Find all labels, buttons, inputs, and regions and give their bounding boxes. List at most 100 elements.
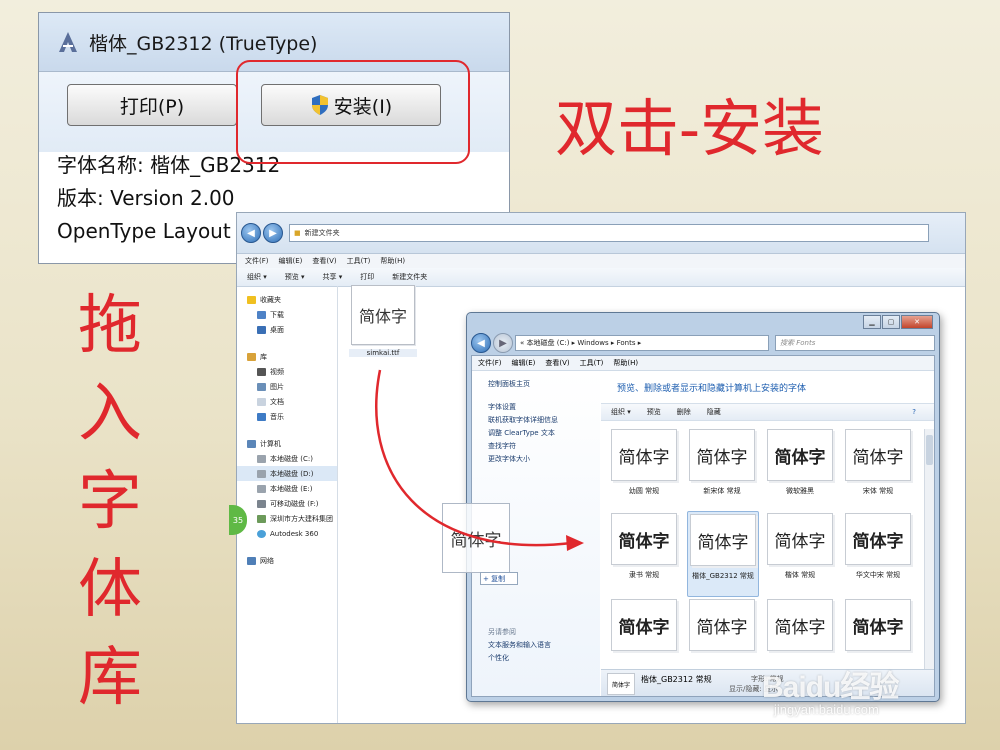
font-tile[interactable]: 简体字 隶书 常规 xyxy=(609,513,679,593)
font-tile-name: 楷体 常规 xyxy=(784,571,816,579)
menu-file[interactable]: 文件(F) xyxy=(245,256,269,266)
menu-tools[interactable]: 工具(T) xyxy=(347,256,371,266)
menu-tools[interactable]: 工具(T) xyxy=(580,358,604,368)
window-controls: ▁ ▢ ✕ xyxy=(863,315,933,329)
fonts-address-field[interactable]: « 本地磁盘 (C:) ▸ Windows ▸ Fonts ▸ xyxy=(515,335,769,351)
nav-drive-c-label: 本地磁盘 (C:) xyxy=(270,454,313,463)
preview-button[interactable]: 预览 xyxy=(647,407,661,417)
link-personalization[interactable]: 个性化 xyxy=(472,651,600,664)
link-text-services[interactable]: 文本服务和输入语言 xyxy=(472,638,600,651)
menu-edit[interactable]: 编辑(E) xyxy=(512,358,536,368)
print-command[interactable]: 打印 xyxy=(360,272,374,282)
link-adjust-cleartype[interactable]: 调整 ClearType 文本 xyxy=(472,426,600,439)
font-tile[interactable]: 简体字 宋体 常规 xyxy=(843,429,913,509)
fonts-address-text: « 本地磁盘 (C:) ▸ Windows ▸ Fonts ▸ xyxy=(520,339,642,347)
nav-desktop[interactable]: 桌面 xyxy=(237,322,337,337)
organize-button[interactable]: 组织 ▾ xyxy=(247,272,267,282)
print-button[interactable]: 打印(P) xyxy=(67,84,237,126)
download-icon xyxy=(257,310,266,319)
font-preview: 简体字 xyxy=(611,513,677,565)
explorer-address-field[interactable]: ■ 新建文件夹 xyxy=(289,224,929,242)
nav-drive-d[interactable]: 本地磁盘 (D:) xyxy=(237,466,337,481)
link-get-font-info-online[interactable]: 联机获取字体详细信息 xyxy=(472,413,600,426)
explorer-command-bar: 组织 ▾ 预览 ▾ 共享 ▾ 打印 新建文件夹 xyxy=(237,268,965,287)
nav-music[interactable]: 音乐 xyxy=(237,409,337,424)
close-icon[interactable]: ✕ xyxy=(901,315,933,329)
fonts-scrollbar[interactable] xyxy=(924,429,934,670)
font-tile-name: 新宋体 常规 xyxy=(703,487,741,495)
nav-drive-f[interactable]: 可移动磁盘 (F:) xyxy=(237,496,337,511)
fonts-search-input[interactable]: 搜索 Fonts xyxy=(775,335,935,351)
nav-autodesk[interactable]: Autodesk 360 xyxy=(237,526,337,541)
library-icon xyxy=(247,352,256,361)
simkai-file-name: simkai.ttf xyxy=(349,349,417,357)
link-font-settings[interactable]: 字体设置 xyxy=(472,400,600,413)
font-preview: 简体字 xyxy=(845,429,911,481)
font-preview: 简体字 xyxy=(690,514,756,566)
nav-documents[interactable]: 文档 xyxy=(237,394,337,409)
menu-view[interactable]: 查看(V) xyxy=(312,256,336,266)
font-tile[interactable]: 简体字 华文中宋 常规 xyxy=(843,513,913,593)
delete-button[interactable]: 删除 xyxy=(677,407,691,417)
fonts-content-pane: 预览、删除或者显示和隐藏计算机上安装的字体 组织 ▾ 预览 删除 隐藏 ? 简体… xyxy=(601,371,934,696)
menu-help[interactable]: 帮助(H) xyxy=(613,358,638,368)
nav-drive-f-label: 可移动磁盘 (F:) xyxy=(270,499,319,508)
nav-computer[interactable]: 计算机 xyxy=(237,436,337,451)
font-tile[interactable]: 简体字 幼圆 常规 xyxy=(609,429,679,509)
install-highlight-box xyxy=(236,60,470,164)
preview-button[interactable]: 预览 ▾ xyxy=(285,272,305,282)
help-icon[interactable]: ? xyxy=(912,408,916,416)
nav-computer-label: 计算机 xyxy=(260,439,281,448)
menu-view[interactable]: 查看(V) xyxy=(545,358,569,368)
maximize-icon[interactable]: ▢ xyxy=(882,315,900,329)
scrollbar-thumb[interactable] xyxy=(926,435,933,465)
fonts-heading: 预览、删除或者显示和隐藏计算机上安装的字体 xyxy=(617,384,807,394)
link-find-character[interactable]: 查找字符 xyxy=(472,439,600,452)
new-folder-button[interactable]: 新建文件夹 xyxy=(392,272,427,282)
removable-drive-icon xyxy=(257,499,266,508)
share-button[interactable]: 共享 ▾ xyxy=(323,272,343,282)
double-click-install-caption: 双击-安装 xyxy=(555,92,824,165)
nav-network-drive[interactable]: 深圳市方大建科集团 xyxy=(237,511,337,526)
menu-edit[interactable]: 编辑(E) xyxy=(279,256,303,266)
network-drive-icon xyxy=(257,514,266,523)
back-icon[interactable]: ◀ xyxy=(241,223,261,243)
minimize-icon[interactable]: ▁ xyxy=(863,315,881,329)
menu-file[interactable]: 文件(F) xyxy=(478,358,502,368)
link-control-panel-home[interactable]: 控制面板主页 xyxy=(472,377,600,390)
nav-network-label: 网络 xyxy=(260,556,274,565)
hide-button[interactable]: 隐藏 xyxy=(707,407,721,417)
font-preview: 简体字 xyxy=(845,513,911,565)
font-tile[interactable]: 简体字 楷体 常规 xyxy=(765,513,835,593)
nav-autodesk-label: Autodesk 360 xyxy=(270,529,319,538)
nav-pictures-label: 图片 xyxy=(270,382,284,391)
simkai-file[interactable]: 简体字 simkai.ttf xyxy=(349,285,417,365)
forward-icon[interactable]: ▶ xyxy=(263,223,283,243)
nav-libraries[interactable]: 库 xyxy=(237,349,337,364)
folder-icon: ■ xyxy=(294,229,301,237)
font-tile[interactable]: 简体字 xyxy=(609,599,679,679)
back-icon[interactable]: ◀ xyxy=(471,333,491,353)
organize-button[interactable]: 组织 ▾ xyxy=(611,407,631,417)
nav-downloads[interactable]: 下载 xyxy=(237,307,337,322)
nav-network[interactable]: 网络 xyxy=(237,553,337,568)
font-tile[interactable]: 简体字 微软雅黑 xyxy=(765,429,835,509)
nav-favorites[interactable]: 收藏夹 xyxy=(237,292,337,307)
font-app-icon xyxy=(59,32,77,52)
forward-icon[interactable]: ▶ xyxy=(493,333,513,353)
font-preview: 简体字 xyxy=(689,599,755,651)
nav-drive-e-label: 本地磁盘 (E:) xyxy=(270,484,313,493)
nav-drive-e[interactable]: 本地磁盘 (E:) xyxy=(237,481,337,496)
font-tile-selected[interactable]: 简体字 楷体_GB2312 常规 xyxy=(687,511,759,597)
nav-drive-c[interactable]: 本地磁盘 (C:) xyxy=(237,451,337,466)
font-tile[interactable]: 简体字 新宋体 常规 xyxy=(687,429,757,509)
link-change-font-size[interactable]: 更改字体大小 xyxy=(472,452,600,465)
cloud-icon xyxy=(257,529,266,538)
nav-pictures[interactable]: 图片 xyxy=(237,379,337,394)
font-tile[interactable]: 简体字 xyxy=(687,599,757,679)
nav-videos-label: 视频 xyxy=(270,367,284,376)
nav-videos[interactable]: 视频 xyxy=(237,364,337,379)
fonts-menubar: 文件(F) 编辑(E) 查看(V) 工具(T) 帮助(H) xyxy=(472,356,934,371)
nav-music-label: 音乐 xyxy=(270,412,284,421)
menu-help[interactable]: 帮助(H) xyxy=(380,256,405,266)
